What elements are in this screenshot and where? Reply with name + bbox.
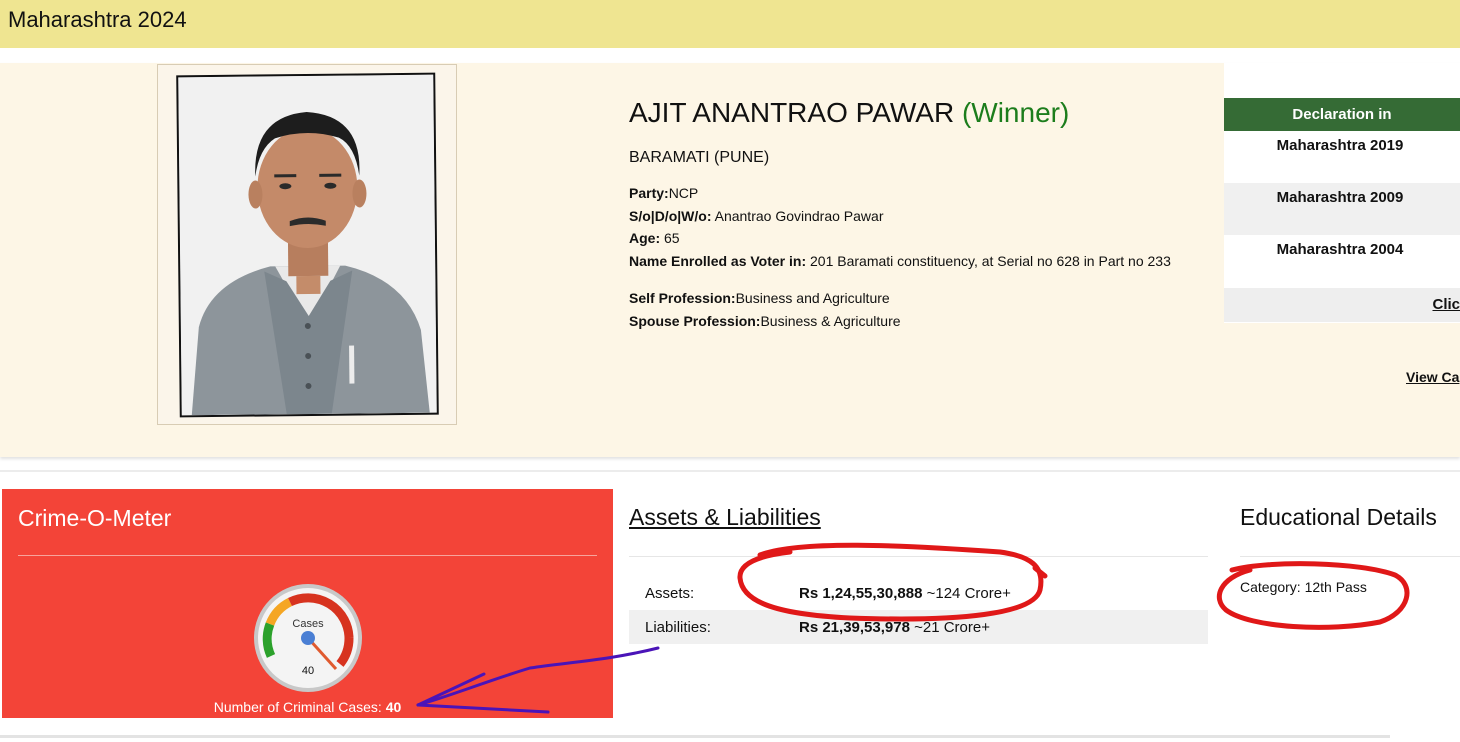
party-line: Party:NCP xyxy=(629,182,1199,205)
liabilities-label: Liabilities: xyxy=(645,619,711,636)
gauge-label: Cases xyxy=(292,618,324,630)
crime-gauge-icon: Cases 40 xyxy=(254,584,362,692)
spouse-profession-value: Business & Agriculture xyxy=(760,312,901,329)
assets-approx: ~124 Crore+ xyxy=(926,585,1011,602)
candidate-name-heading: AJIT ANANTRAO PAWAR (Winner) xyxy=(629,97,1069,129)
self-profession-value: Business and Agriculture xyxy=(735,290,890,306)
relation-label: S/o|D/o|W/o: xyxy=(629,207,712,224)
assets-value: Rs 1,24,55,30,888 xyxy=(799,585,923,602)
liabilities-approx: ~21 Crore+ xyxy=(914,619,990,636)
voter-line: Name Enrolled as Voter in: 201 Baramati … xyxy=(629,250,1199,273)
section-divider xyxy=(0,470,1460,472)
age-line: Age: 65 xyxy=(629,227,1199,250)
education-category: Category: 12th Pass xyxy=(1240,579,1367,595)
page-header-bar: Maharashtra 2024 xyxy=(0,0,1460,48)
liabilities-value: Rs 21,39,53,978 xyxy=(799,619,910,636)
declarations-header: Declaration in xyxy=(1224,98,1460,131)
declarations-panel: Declaration in Maharashtra 2019 Maharash… xyxy=(1224,63,1460,323)
declaration-item-2004[interactable]: Maharashtra 2004 xyxy=(1224,235,1460,287)
declaration-item-2009[interactable]: Maharashtra 2009 xyxy=(1224,183,1460,235)
candidate-photo-frame xyxy=(157,64,457,425)
view-cases-link[interactable]: View Ca xyxy=(1406,369,1459,385)
assets-divider xyxy=(629,556,1208,557)
winner-status: (Winner) xyxy=(961,97,1070,128)
criminal-cases-count: Number of Criminal Cases: 40 xyxy=(2,699,613,715)
click-here-link[interactable]: Clic xyxy=(1432,296,1460,313)
constituency: BARAMATI (PUNE) xyxy=(629,149,770,166)
candidate-details: Party:NCP S/o|D/o|W/o: Anantrao Govindra… xyxy=(629,182,1199,332)
assets-label: Assets: xyxy=(645,585,695,602)
assets-row: Assets: Rs 1,24,55,30,888 ~124 Crore+ xyxy=(629,576,1208,610)
voter-label: Name Enrolled as Voter in: xyxy=(629,252,807,269)
crime-o-meter-title: Crime-O-Meter xyxy=(18,505,172,531)
self-profession-line: Self Profession:Business and Agriculture xyxy=(629,287,1199,310)
candidate-photo xyxy=(176,72,439,418)
self-profession-label: Self Profession: xyxy=(629,290,736,306)
declaration-item-2019[interactable]: Maharashtra 2019 xyxy=(1224,131,1460,183)
crime-o-meter-divider xyxy=(18,555,597,556)
party-label: Party: xyxy=(629,185,669,201)
bottom-divider xyxy=(0,735,1390,738)
age-label: Age: xyxy=(629,230,661,246)
relation-line: S/o|D/o|W/o: Anantrao Govindrao Pawar xyxy=(629,205,1199,228)
education-divider xyxy=(1240,556,1460,557)
assets-circle-tail xyxy=(1032,565,1048,579)
gauge-value: 40 xyxy=(302,665,314,677)
page-title: Maharashtra 2024 xyxy=(8,7,187,32)
declarations-click-row: Clic xyxy=(1224,288,1460,322)
party-value: NCP xyxy=(668,185,699,201)
voter-value: 201 Baramati constituency, at Serial no … xyxy=(810,252,1171,269)
assets-liabilities-title[interactable]: Assets & Liabilities xyxy=(629,504,821,531)
assets-value-group: Rs 1,24,55,30,888 ~124 Crore+ xyxy=(799,585,1011,602)
candidate-name: AJIT ANANTRAO PAWAR xyxy=(629,97,955,128)
candidate-profile: AJIT ANANTRAO PAWAR (Winner) BARAMATI (P… xyxy=(0,63,1460,457)
education-circle-annotation xyxy=(1216,561,1410,630)
liabilities-row: Liabilities: Rs 21,39,53,978 ~21 Crore+ xyxy=(629,610,1208,644)
spouse-profession-line: Spouse Profession:Business & Agriculture xyxy=(629,310,1199,333)
criminal-cases-value: 40 xyxy=(385,699,402,715)
liabilities-value-group: Rs 21,39,53,978 ~21 Crore+ xyxy=(799,619,990,636)
criminal-cases-label: Number of Criminal Cases: xyxy=(213,699,382,715)
relation-value: Anantrao Govindrao Pawar xyxy=(714,207,884,224)
spouse-profession-label: Spouse Profession: xyxy=(629,312,761,329)
educational-details-title: Educational Details xyxy=(1240,504,1437,530)
crime-o-meter-panel: Crime-O-Meter Cases 40 Number of Crimina… xyxy=(2,489,613,718)
age-value: 65 xyxy=(664,230,680,246)
